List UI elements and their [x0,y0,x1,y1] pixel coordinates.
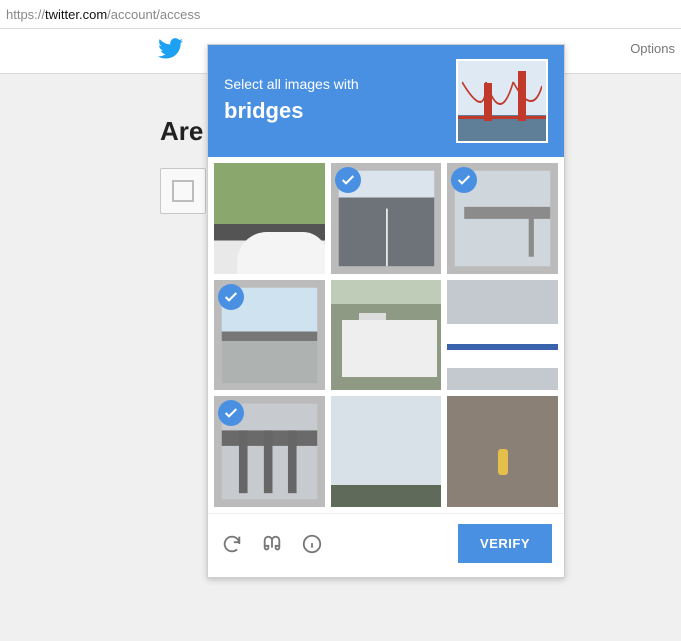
verify-button[interactable]: VERIFY [458,524,552,563]
captcha-tile-6[interactable] [214,396,325,507]
captcha-header: Select all images with bridges [208,45,564,157]
check-icon [335,167,361,193]
address-bar[interactable]: https://twitter.com/account/access [0,0,681,29]
recaptcha-anchor[interactable] [160,168,206,214]
twitter-logo-icon [158,38,184,65]
recaptcha-checkbox-icon [172,180,194,202]
captcha-grid [208,157,564,513]
url-host: twitter.com [45,7,107,22]
page-heading: Are [160,116,203,147]
captcha-tile-8[interactable] [447,396,558,507]
captcha-tile-3[interactable] [214,280,325,391]
captcha-example-image [456,59,548,143]
check-icon [218,284,244,310]
reload-icon[interactable] [220,532,244,556]
info-icon[interactable] [300,532,324,556]
audio-icon[interactable] [260,532,284,556]
captcha-tile-1[interactable] [331,163,442,274]
captcha-tile-4[interactable] [331,280,442,391]
url-path: /account/access [107,7,200,22]
captcha-tile-5[interactable] [447,280,558,391]
captcha-instruction-target: bridges [224,96,359,127]
captcha-dialog: Select all images with bridges [207,44,565,578]
captcha-tile-7[interactable] [331,396,442,507]
captcha-instruction-prefix: Select all images with [224,76,359,92]
url-scheme: https:// [6,7,45,22]
options-link[interactable]: Options [630,41,675,56]
captcha-tile-2[interactable] [447,163,558,274]
captcha-footer: VERIFY [208,513,564,577]
captcha-tile-0[interactable] [214,163,325,274]
